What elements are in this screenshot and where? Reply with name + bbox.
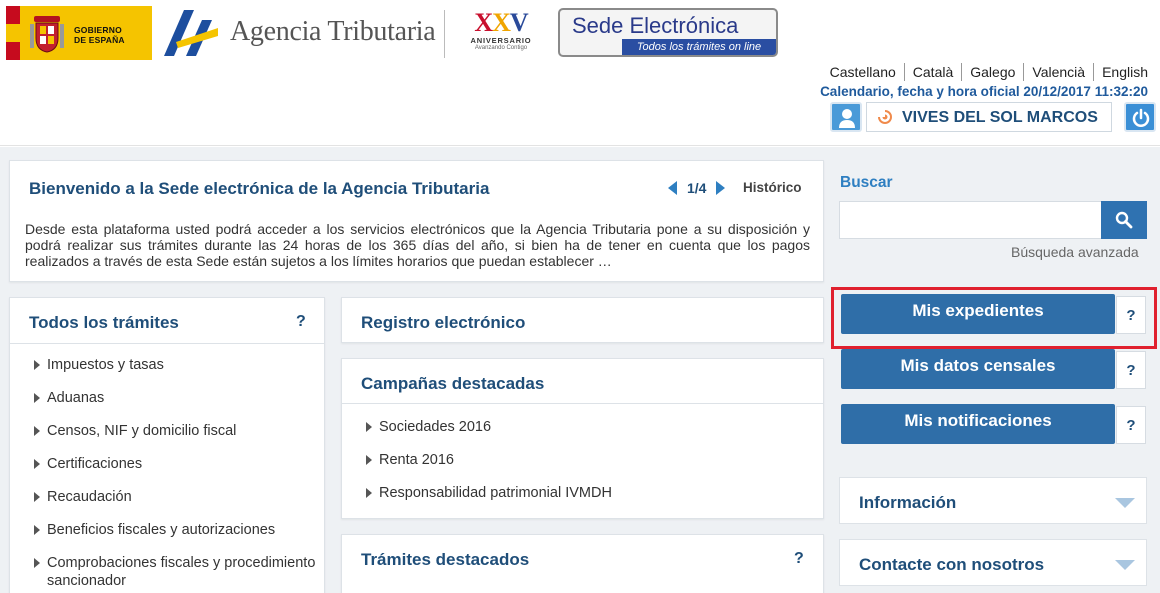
mis-datos-censales-button[interactable]: Mis datos censales <box>841 349 1115 389</box>
informacion-title: Información <box>859 493 957 512</box>
help-icon[interactable]: ? <box>296 312 306 332</box>
lang-english[interactable]: English <box>1093 63 1148 81</box>
todos-tramites-list: Impuestos y tasas Aduanas Censos, NIF y … <box>32 356 322 593</box>
todos-tramites-title: Todos los trámites <box>29 313 179 332</box>
campanas-list: Sociedades 2016 Renta 2016 Responsabilid… <box>364 418 612 517</box>
target-icon <box>877 109 892 124</box>
mis-datos-censales-label: Mis datos censales <box>900 356 1056 375</box>
list-item-impuestos[interactable]: Impuestos y tasas <box>32 356 322 374</box>
header-divider <box>444 10 445 58</box>
list-item-certificaciones[interactable]: Certificaciones <box>32 455 322 473</box>
user-profile-button[interactable] <box>830 102 862 132</box>
contacte-title: Contacte con nosotros <box>859 555 1045 574</box>
list-item-beneficios[interactable]: Beneficios fiscales y autorizaciones <box>32 521 322 539</box>
mis-notificaciones-button[interactable]: Mis notificaciones <box>841 404 1115 444</box>
power-icon <box>1132 108 1150 127</box>
pager-count: 1/4 <box>687 180 707 196</box>
agencia-tributaria-logo-icon[interactable] <box>162 8 220 58</box>
mis-expedientes-button[interactable]: Mis expedientes <box>841 294 1115 334</box>
anniversary-tagline: Avanzando Contigo <box>474 45 528 51</box>
sede-title: Sede Electrónica <box>572 13 739 38</box>
list-item-censos[interactable]: Censos, NIF y domicilio fiscal <box>32 422 322 440</box>
mis-notificaciones-label: Mis notificaciones <box>904 411 1052 430</box>
destacados-title: Trámites destacados <box>361 550 530 569</box>
language-selector: Castellano Català Galego Valencià Englis… <box>822 63 1148 81</box>
list-item-sociedades[interactable]: Sociedades 2016 <box>364 418 612 436</box>
coat-of-arms-icon <box>30 16 64 53</box>
todos-tramites-header: Todos los trámites ? <box>10 298 324 344</box>
help-icon[interactable]: ? <box>794 549 804 569</box>
sede-electronica-logo[interactable]: Sede Electrónica Todos los trámites on l… <box>558 8 778 57</box>
registro-electronico-card[interactable]: Registro electrónico <box>341 297 824 343</box>
lang-castellano[interactable]: Castellano <box>822 63 904 81</box>
site-header: GOBIERNO DE ESPAÑA Agencia Tributaria XX… <box>0 0 1160 146</box>
gobierno-logo[interactable]: GOBIERNO DE ESPAÑA <box>6 6 152 60</box>
logout-button[interactable] <box>1124 102 1156 132</box>
anniversary-number: XXV <box>474 8 528 37</box>
chevron-left-icon[interactable] <box>668 181 677 195</box>
historico-link[interactable]: Histórico <box>743 179 802 197</box>
registro-title: Registro electrónico <box>361 313 526 332</box>
chevron-down-icon <box>1115 498 1135 508</box>
search-icon <box>1115 211 1133 229</box>
sede-subtitle: Todos los trámites on line <box>622 39 776 55</box>
lang-galego[interactable]: Galego <box>961 63 1023 81</box>
help-icon[interactable]: ? <box>1116 296 1146 334</box>
welcome-card: Bienvenido a la Sede electrónica de la A… <box>9 160 824 282</box>
agency-name: Agencia Tributaria <box>230 16 436 47</box>
campanas-title: Campañas destacadas <box>361 374 545 393</box>
campanas-header: Campañas destacadas <box>342 359 823 404</box>
lang-valencia[interactable]: Valencià <box>1023 63 1093 81</box>
contacte-accordion[interactable]: Contacte con nosotros <box>839 539 1147 586</box>
todos-tramites-panel: Todos los trámites ? Impuestos y tasas A… <box>9 297 325 593</box>
anniversary-logo: XXV ANIVERSARIO Avanzando Contigo <box>458 10 544 60</box>
anniversary-label: ANIVERSARIO <box>470 36 532 45</box>
spain-flag <box>6 6 20 60</box>
welcome-text: Desde esta plataforma usted podrá accede… <box>25 221 810 269</box>
welcome-title: Bienvenido a la Sede electrónica de la A… <box>29 179 490 198</box>
user-icon <box>839 109 855 128</box>
campanas-destacadas-panel: Campañas destacadas Sociedades 2016 Rent… <box>341 358 824 519</box>
advanced-search-link[interactable]: Búsqueda avanzada <box>1011 243 1139 261</box>
user-name: VIVES DEL SOL MARCOS <box>902 109 1098 126</box>
welcome-pager: 1/4 <box>668 177 726 199</box>
informacion-accordion[interactable]: Información <box>839 477 1147 524</box>
mis-expedientes-label: Mis expedientes <box>912 301 1044 320</box>
list-item-recaudacion[interactable]: Recaudación <box>32 488 322 506</box>
official-datetime-link[interactable]: Calendario, fecha y hora oficial 20/12/2… <box>820 83 1148 101</box>
list-item-aduanas[interactable]: Aduanas <box>32 389 322 407</box>
chevron-right-icon[interactable] <box>716 181 726 195</box>
chevron-down-icon <box>1115 560 1135 570</box>
tramites-destacados-panel: Trámites destacados ? <box>341 534 824 593</box>
search-input[interactable] <box>839 201 1102 239</box>
help-icon[interactable]: ? <box>1116 351 1146 389</box>
search-label: Buscar <box>840 174 893 191</box>
help-icon[interactable]: ? <box>1116 406 1146 444</box>
lang-catala[interactable]: Català <box>903 63 961 81</box>
search-button[interactable] <box>1101 201 1147 239</box>
gobierno-text: GOBIERNO DE ESPAÑA <box>74 25 125 45</box>
list-item-responsabilidad[interactable]: Responsabilidad patrimonial IVMDH <box>364 484 612 502</box>
user-name-box[interactable]: VIVES DEL SOL MARCOS <box>866 102 1112 132</box>
list-item-renta[interactable]: Renta 2016 <box>364 451 612 469</box>
list-item-comprobaciones[interactable]: Comprobaciones fiscales y procedimiento … <box>32 554 322 590</box>
